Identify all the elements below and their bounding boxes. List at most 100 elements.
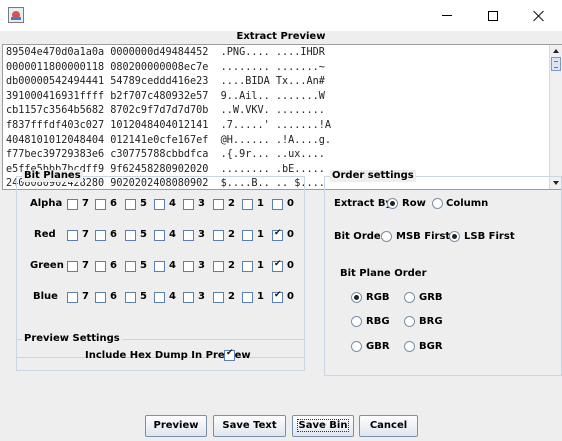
bit-7-checkbox-green[interactable] — [67, 261, 78, 272]
bit-0-checkbox-alpha[interactable] — [272, 199, 283, 210]
bit-4-label: 4 — [169, 198, 176, 209]
bit-5-label: 5 — [140, 229, 147, 240]
hex-dump-checkbox[interactable] — [224, 348, 235, 361]
hex-line: f77bec39729383e6 c30775788cbbdfca .{.9r.… — [6, 149, 325, 161]
bit-5-checkbox-blue[interactable] — [125, 292, 136, 303]
hex-preview-area[interactable]: 89504e470d0a1a0a 0000000d49484452 .PNG..… — [2, 44, 562, 190]
bit-1-checkbox-red[interactable] — [242, 230, 253, 241]
bit-0-label: 0 — [287, 229, 294, 240]
msb-first-radio[interactable] — [381, 231, 392, 242]
bit-7-label: 7 — [82, 229, 89, 240]
hex-line: cb1157c3564b5682 8702c9f7d7d7d70b ..W.VK… — [6, 105, 325, 117]
hex-line: 89504e470d0a1a0a 0000000d49484452 .PNG..… — [6, 47, 325, 58]
bit-5-checkbox-alpha[interactable] — [125, 199, 136, 210]
extract-by-column-radio[interactable] — [432, 198, 443, 209]
grb-radio[interactable] — [404, 292, 415, 303]
rgb-radio[interactable] — [351, 292, 362, 303]
bit-6-checkbox-green[interactable] — [95, 261, 106, 272]
scroll-thumb[interactable] — [551, 57, 561, 71]
bit-7-label: 7 — [82, 198, 89, 209]
bit-4-checkbox-alpha[interactable] — [154, 199, 165, 210]
bit-4-checkbox-green[interactable] — [154, 261, 165, 272]
bit-2-label: 2 — [228, 291, 235, 302]
minimize-button[interactable] — [424, 0, 470, 31]
gbr-label[interactable]: GBR — [366, 341, 390, 353]
extract-by-row-radio[interactable] — [387, 198, 398, 209]
bit-2-label: 2 — [228, 229, 235, 240]
save-bin-button[interactable]: Save Bin — [292, 415, 354, 437]
hex-line: 0000011800000118 080200000008ec7e ......… — [6, 61, 325, 73]
order-settings-group: Order settings Extract By Row Column Bit… — [324, 170, 562, 376]
bit-4-checkbox-red[interactable] — [154, 230, 165, 241]
hex-line: db00000542494441 54789ceddd416e23 ....BI… — [6, 76, 325, 88]
bit-4-label: 4 — [169, 260, 176, 271]
vertical-scrollbar[interactable] — [549, 45, 562, 189]
bit-2-checkbox-blue[interactable] — [213, 292, 224, 303]
rbg-radio[interactable] — [351, 316, 362, 327]
cancel-button[interactable]: Cancel — [359, 415, 418, 437]
bit-0-checkbox-blue[interactable] — [272, 290, 283, 303]
bit-plane-row-label-alpha: Alpha — [30, 198, 63, 209]
bit-3-checkbox-alpha[interactable] — [183, 199, 194, 210]
bit-2-checkbox-red[interactable] — [213, 230, 224, 241]
bit-order-label: Bit Order — [334, 231, 386, 242]
bit-2-checkbox-green[interactable] — [213, 261, 224, 272]
bgr-label[interactable]: BGR — [419, 341, 443, 353]
bit-6-checkbox-blue[interactable] — [95, 292, 106, 303]
bit-1-label: 1 — [257, 260, 264, 271]
bit-1-label: 1 — [257, 229, 264, 240]
bgr-radio[interactable] — [404, 341, 415, 352]
bit-7-checkbox-blue[interactable] — [67, 292, 78, 303]
bit-3-checkbox-green[interactable] — [183, 261, 194, 272]
bit-1-checkbox-blue[interactable] — [242, 292, 253, 303]
bit-1-label: 1 — [257, 198, 264, 209]
main-panel: Extract Preview 89504e470d0a1a0a 0000000… — [0, 31, 562, 441]
bit-6-label: 6 — [110, 198, 117, 209]
bit-6-checkbox-red[interactable] — [95, 230, 106, 241]
bit-6-checkbox-alpha[interactable] — [95, 199, 106, 210]
bit-3-checkbox-red[interactable] — [183, 230, 194, 241]
bit-0-label: 0 — [287, 260, 294, 271]
close-button[interactable] — [516, 0, 562, 31]
bit-2-checkbox-alpha[interactable] — [213, 199, 224, 210]
extract-preview-title: Extract Preview — [236, 31, 326, 42]
brg-label[interactable]: BRG — [419, 316, 443, 328]
gbr-radio[interactable] — [351, 341, 362, 352]
bit-3-label: 3 — [198, 198, 205, 209]
bit-7-checkbox-alpha[interactable] — [67, 199, 78, 210]
bit-4-label: 4 — [169, 229, 176, 240]
extract-by-row-label[interactable]: Row — [402, 198, 426, 210]
bit-4-label: 4 — [169, 291, 176, 302]
bit-5-checkbox-green[interactable] — [125, 261, 136, 272]
maximize-button[interactable] — [470, 0, 516, 31]
bit-0-checkbox-green[interactable] — [272, 259, 283, 272]
bit-7-checkbox-red[interactable] — [67, 230, 78, 241]
hex-line: f837fffdf403c027 1012048404012141 .7....… — [6, 119, 332, 131]
bit-5-checkbox-red[interactable] — [125, 230, 136, 241]
save-text-button[interactable]: Save Text — [213, 415, 286, 437]
rgb-label[interactable]: RGB — [366, 292, 390, 304]
close-icon — [533, 10, 545, 22]
bit-3-checkbox-blue[interactable] — [183, 292, 194, 303]
bit-0-checkbox-red[interactable] — [272, 228, 283, 241]
bit-6-label: 6 — [110, 291, 117, 302]
msb-first-label[interactable]: MSB First — [396, 231, 450, 243]
preview-button[interactable]: Preview — [145, 415, 207, 437]
lsb-first-label[interactable]: LSB First — [464, 231, 515, 243]
bit-1-checkbox-alpha[interactable] — [242, 199, 253, 210]
lsb-first-radio[interactable] — [449, 231, 460, 242]
bit-1-checkbox-green[interactable] — [242, 261, 253, 272]
bit-plane-order-label: Bit Plane Order — [340, 268, 427, 279]
bit-5-label: 5 — [140, 260, 147, 271]
bit-2-label: 2 — [228, 198, 235, 209]
rbg-label[interactable]: RBG — [366, 316, 390, 328]
title-bar — [0, 0, 562, 31]
bit-3-label: 3 — [198, 291, 205, 302]
bit-4-checkbox-blue[interactable] — [154, 292, 165, 303]
scroll-up-arrow-icon[interactable] — [550, 45, 562, 57]
brg-radio[interactable] — [404, 316, 415, 327]
bit-3-label: 3 — [198, 260, 205, 271]
extract-by-column-label[interactable]: Column — [446, 198, 488, 210]
grb-label[interactable]: GRB — [419, 292, 443, 304]
preview-settings-group: Preview Settings Include Hex Dump In Pre… — [16, 333, 305, 371]
